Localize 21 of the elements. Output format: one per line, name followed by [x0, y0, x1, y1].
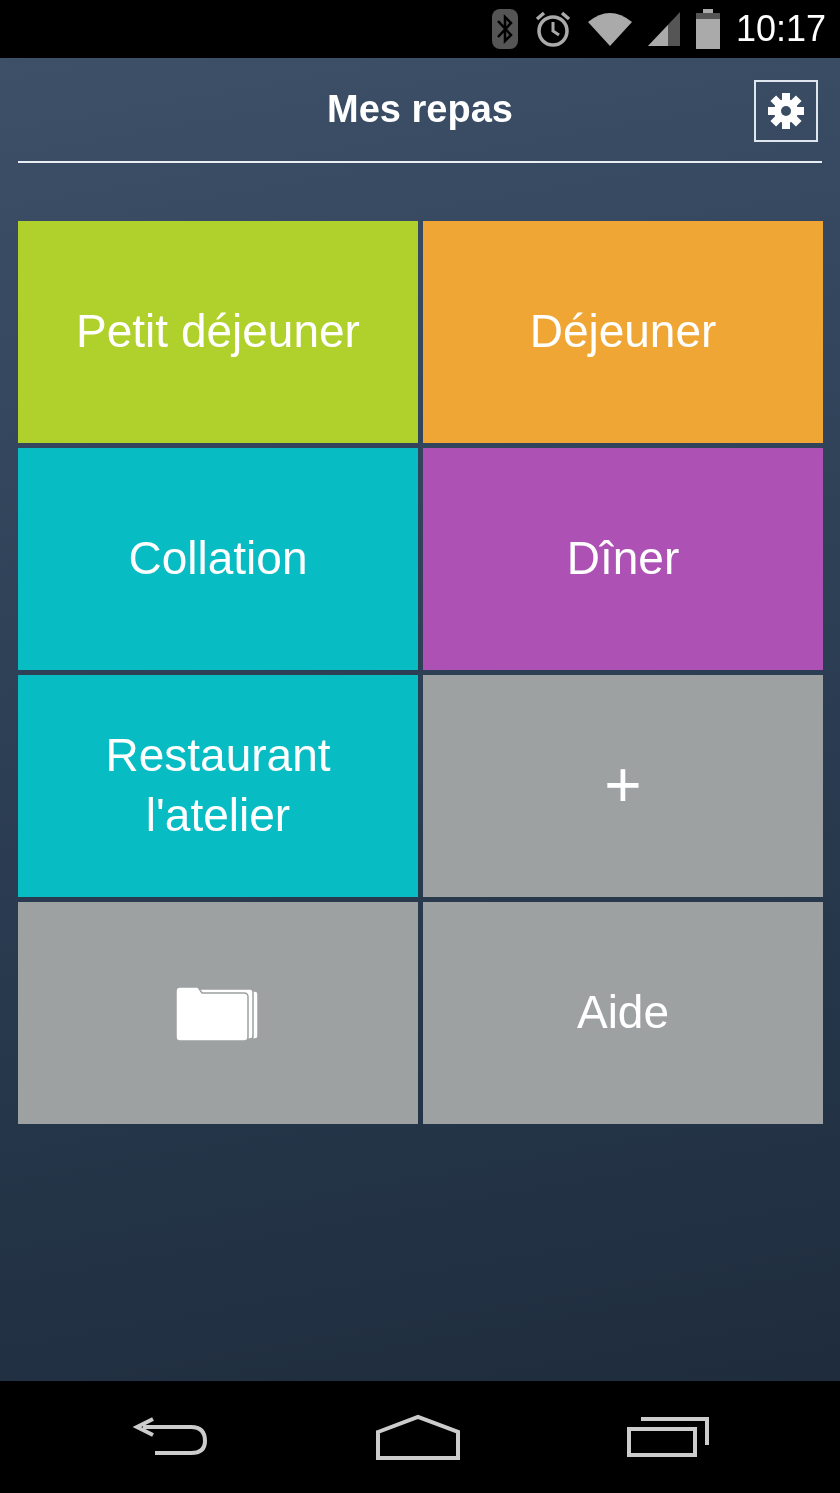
settings-button[interactable] [754, 80, 818, 142]
battery-icon [695, 9, 720, 49]
alarm-icon [533, 10, 572, 48]
meal-tile[interactable]: Petit déjeuner [18, 221, 418, 443]
meal-tile[interactable]: Restaurant l'atelier [18, 675, 418, 897]
clock-time: 10:17 [735, 7, 826, 51]
signal-icon [647, 12, 680, 46]
settings-icon [767, 92, 805, 130]
recent-apps-icon[interactable] [627, 1417, 709, 1457]
folder-tile[interactable] [18, 902, 418, 1124]
wifi-icon [587, 12, 632, 46]
meal-tile[interactable]: Déjeuner [423, 221, 823, 443]
home-icon[interactable] [375, 1414, 461, 1460]
back-icon[interactable] [131, 1417, 209, 1457]
meal-tile[interactable]: Collation [18, 448, 418, 670]
bluetooth-icon [491, 9, 518, 49]
folder-icon [176, 985, 260, 1041]
meal-tile[interactable]: Dîner [423, 448, 823, 670]
meal-tile[interactable]: + [423, 675, 823, 897]
meal-tile[interactable]: Aide [423, 902, 823, 1124]
screen-title: Mes repas [327, 87, 513, 132]
